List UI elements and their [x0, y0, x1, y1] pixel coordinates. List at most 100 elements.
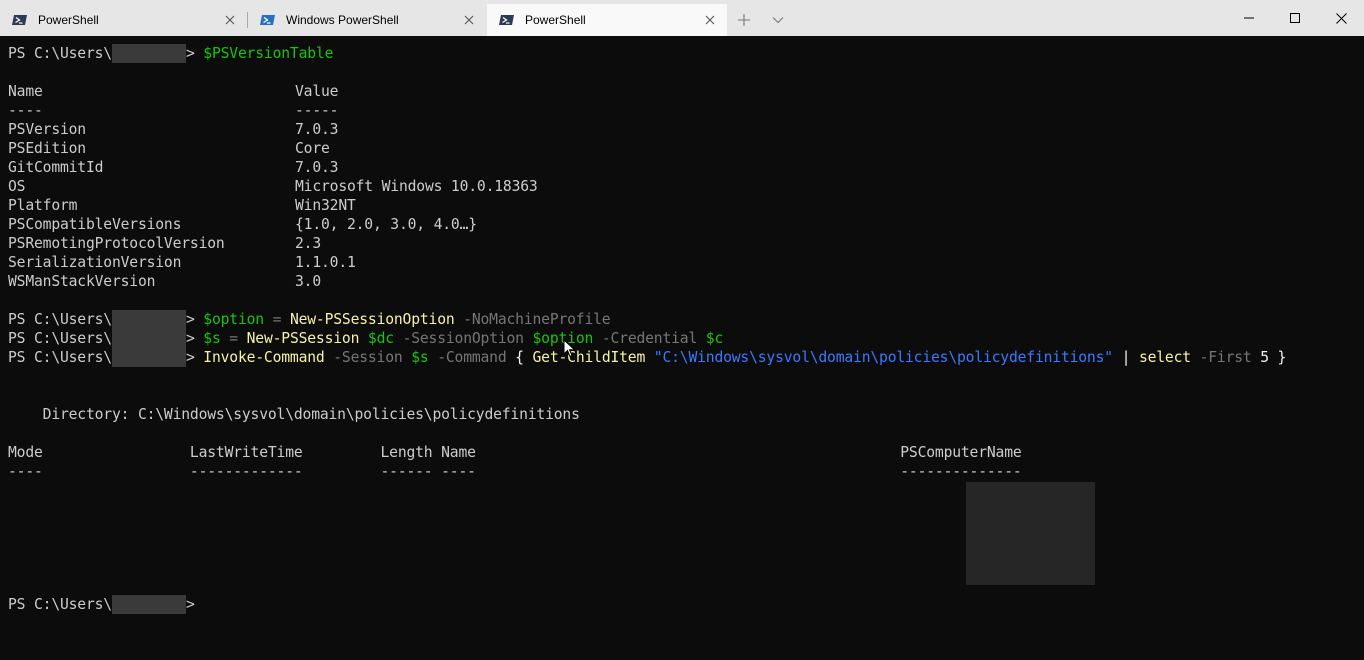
variable: $c	[697, 330, 724, 347]
table-row: WSManStackVersion 3.0	[8, 272, 321, 291]
prompt-suffix: >	[185, 596, 195, 613]
minimize-icon	[1244, 17, 1254, 19]
number: 5	[1251, 349, 1269, 366]
tab-windows-powershell[interactable]: Windows PowerShell	[248, 4, 486, 36]
prompt-suffix: >	[185, 45, 195, 62]
row-value: 1.1.0.1	[295, 254, 356, 271]
variable: $dc	[359, 330, 394, 347]
table-row: SerializationVersion 1.1.0.1	[8, 253, 356, 272]
redacted-computer-names	[966, 482, 1095, 585]
new-tab-button[interactable]	[728, 4, 760, 36]
row-value: Win32NT	[295, 197, 356, 214]
parameter: -SessionOption	[393, 330, 524, 347]
tab-powershell-active[interactable]: PowerShell	[487, 4, 727, 36]
tab-powershell-1[interactable]: PowerShell	[0, 4, 247, 36]
command-line: PS C:\Users\ > $option = New-PSSessionOpt…	[8, 310, 611, 329]
tab-label: PowerShell	[525, 13, 586, 27]
close-tab-icon[interactable]	[701, 11, 719, 29]
row-name: WSManStackVersion	[8, 273, 156, 290]
close-window-button[interactable]	[1318, 0, 1364, 36]
rule-value: -----	[295, 102, 339, 119]
parameter: -Command	[428, 349, 507, 366]
close-tab-icon[interactable]	[221, 11, 239, 29]
table-row: OS Microsoft Windows 10.0.18363	[8, 177, 538, 196]
prompt-suffix: >	[185, 311, 195, 328]
command-line: PS C:\Users\ > $s = New-PSSession $dc -Se…	[8, 329, 723, 348]
table-row: GitCommitId 7.0.3	[8, 158, 339, 177]
row-value: {1.0, 2.0, 3.0, 4.0…}	[295, 216, 477, 233]
table-row: PSRemotingProtocolVersion 2.3	[8, 234, 321, 253]
column-name: Name	[8, 83, 43, 100]
powershell-icon	[499, 12, 515, 28]
current-prompt[interactable]: PS C:\Users\ >	[8, 595, 195, 614]
tab-label: Windows PowerShell	[286, 13, 399, 27]
cmdlet: select	[1138, 349, 1191, 366]
pipe: |	[1112, 349, 1139, 366]
table-row: PSCompatibleVersions {1.0, 2.0, 3.0, 4.0……	[8, 215, 477, 234]
row-name: GitCommitId	[8, 159, 104, 176]
powershell-icon	[12, 12, 28, 28]
plus-icon	[738, 14, 750, 26]
prompt: PS C:\Users\	[8, 349, 112, 366]
close-icon	[1335, 12, 1347, 24]
table-header: Mode LastWriteTime Length Name PSCompute…	[8, 444, 1022, 461]
parameter: -Credential	[593, 330, 698, 347]
cmdlet: Get-ChildItem	[532, 349, 646, 366]
variable: $s	[402, 349, 429, 366]
maximize-button[interactable]	[1272, 0, 1318, 36]
rule-name: ----	[8, 102, 43, 119]
prompt-suffix: >	[185, 330, 195, 347]
table-rule: ---- -----	[8, 101, 339, 120]
new-tab-dropdown-button[interactable]	[762, 4, 794, 36]
minimize-button[interactable]	[1226, 0, 1272, 36]
variable: $s	[203, 330, 221, 347]
row-name: PSCompatibleVersions	[8, 216, 182, 233]
table-rule: ---- ------------- ------ ---- ---------…	[8, 463, 1022, 480]
row-name: PSEdition	[8, 140, 86, 157]
table-row: PSEdition Core	[8, 139, 330, 158]
cmdlet: New-PSSessionOption	[289, 311, 455, 328]
command-line: PS C:\Users\ > $PSVersionTable	[8, 44, 333, 63]
prompt: PS C:\Users\	[8, 596, 112, 613]
string-literal: "C:\Windows\sysvol\domain\policies\polic…	[645, 349, 1113, 366]
command-line: PS C:\Users\ > Invoke-Command -Session $s…	[8, 348, 1286, 367]
row-value: Microsoft Windows 10.0.18363	[295, 178, 538, 195]
table-row: PSVersion 7.0.3	[8, 120, 339, 139]
cmdlet: Invoke-Command	[203, 349, 325, 366]
row-value: 3.0	[295, 273, 321, 290]
cmdlet: New-PSSession	[246, 330, 360, 347]
mouse-pointer-icon	[563, 339, 576, 358]
variable: $option	[203, 311, 264, 328]
brace: }	[1268, 349, 1287, 366]
row-value: Core	[295, 140, 330, 157]
prompt: PS C:\Users\	[8, 45, 112, 62]
row-name: Platform	[8, 197, 78, 214]
redacted-username	[111, 310, 186, 329]
prompt: PS C:\Users\	[8, 330, 112, 347]
chevron-down-icon	[772, 17, 784, 24]
row-value: 7.0.3	[295, 159, 339, 176]
redacted-username	[111, 348, 186, 367]
redacted-username	[111, 44, 186, 63]
maximize-icon	[1290, 13, 1300, 23]
operator: =	[220, 330, 247, 347]
operator: =	[263, 311, 290, 328]
prompt: PS C:\Users\	[8, 311, 112, 328]
parameter: -First	[1190, 349, 1252, 366]
command-text: $PSVersionTable	[203, 45, 334, 62]
close-tab-icon[interactable]	[460, 11, 478, 29]
terminal-pane[interactable]: PS C:\Users\ > $PSVersionTable Name Value …	[0, 36, 1364, 660]
table-row: Platform Win32NT	[8, 196, 356, 215]
row-value: 7.0.3	[295, 121, 339, 138]
row-name: SerializationVersion	[8, 254, 182, 271]
redacted-username	[111, 595, 186, 614]
row-name: OS	[8, 178, 26, 195]
row-name: PSRemotingProtocolVersion	[8, 235, 225, 252]
tab-label: PowerShell	[38, 13, 99, 27]
tab-bar: PowerShell Windows PowerShell PowerShell	[0, 0, 1364, 36]
directory-line: Directory: C:\Windows\sysvol\domain\poli…	[8, 406, 580, 423]
row-name: PSVersion	[8, 121, 86, 138]
row-value: 2.3	[295, 235, 321, 252]
table-header: Name Value	[8, 82, 339, 101]
parameter: -NoMachineProfile	[454, 311, 611, 328]
